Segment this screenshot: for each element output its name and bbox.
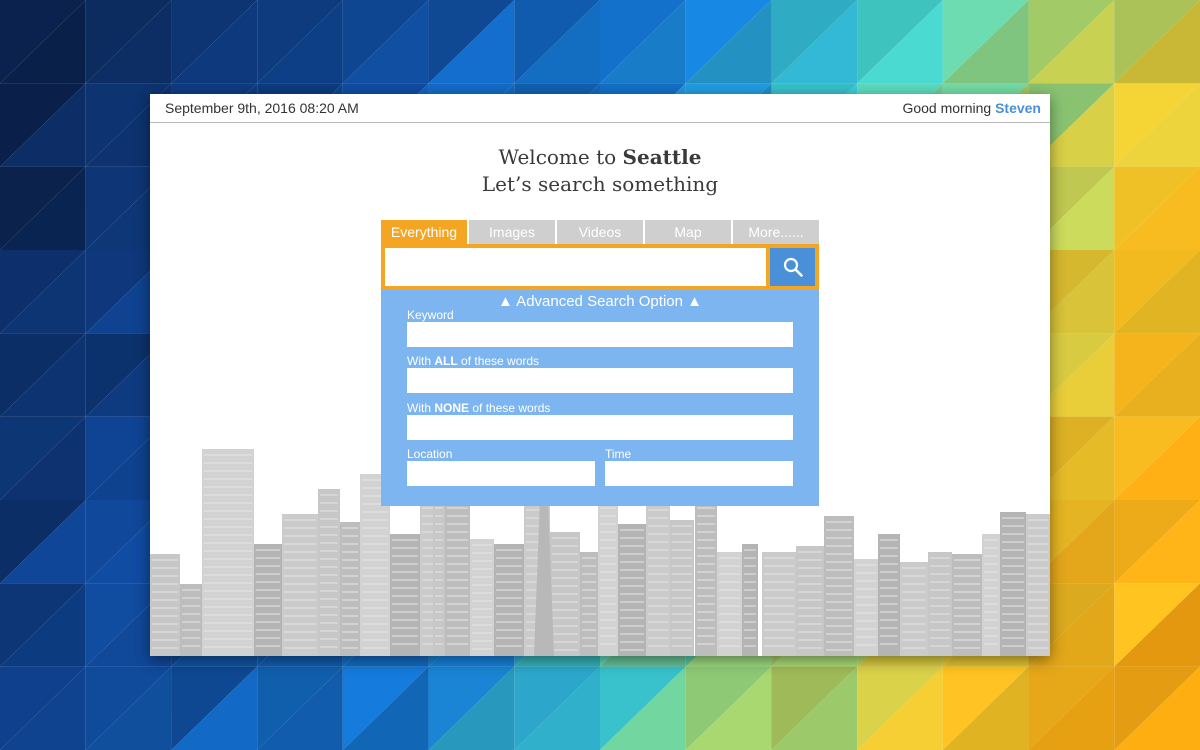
skyline-building [470, 539, 494, 656]
none-words-label-prefix: With [407, 401, 431, 415]
tab-everything[interactable]: Everything [381, 220, 467, 244]
search-tabs: Everything Images Videos Map More...... [381, 220, 819, 244]
user-name[interactable]: Steven [995, 100, 1041, 116]
skyline-building [254, 544, 282, 656]
tab-more[interactable]: More...... [733, 220, 819, 244]
greeting-text: Good morning [902, 100, 992, 116]
skyline-building [854, 559, 878, 656]
skyline-building [982, 534, 1000, 656]
skyline-building [340, 522, 360, 656]
skyline-building [390, 534, 420, 656]
skyline-building [695, 494, 717, 656]
time-field[interactable] [605, 461, 793, 486]
time-label: Time [605, 447, 632, 461]
tab-videos[interactable]: Videos [557, 220, 643, 244]
welcome-prefix: Welcome to [498, 145, 617, 169]
skyline-building [717, 552, 742, 656]
skyline-building [618, 524, 646, 656]
all-words-label: With ALL of these words [407, 354, 539, 368]
none-words-label: With NONE of these words [407, 401, 550, 415]
app-window: September 9th, 2016 08:20 AM Good mornin… [150, 94, 1050, 656]
welcome-line-2: Let’s search something [481, 172, 719, 196]
date-time: September 9th, 2016 08:20 AM [165, 100, 359, 116]
none-words-field[interactable] [407, 415, 793, 440]
skyline-building [580, 552, 598, 656]
advanced-search-panel: ▲ Advanced Search Option ▲ Keyword With … [381, 290, 819, 506]
greeting: Good morning Steven [902, 100, 1041, 116]
none-words-label-suffix: of these words [472, 401, 551, 415]
location-field[interactable] [407, 461, 595, 486]
all-words-label-suffix: of these words [461, 354, 540, 368]
all-words-field[interactable] [407, 368, 793, 393]
none-words-label-bold: NONE [434, 401, 470, 415]
skyline-building [878, 534, 900, 656]
skyline-building [952, 554, 982, 656]
skyline-building [202, 449, 254, 656]
all-words-label-bold: ALL [434, 354, 458, 368]
skyline-building [742, 544, 758, 656]
skyline-building [282, 514, 318, 656]
search-panel: Everything Images Videos Map More...... … [381, 220, 819, 506]
welcome-heading: Welcome to Seattle Let’s search somethin… [150, 144, 1050, 198]
welcome-line-1: Welcome to Seattle [150, 144, 1050, 171]
skyline-building [670, 520, 694, 656]
skyline-building [494, 544, 524, 656]
skyline-building [646, 504, 670, 656]
search-input[interactable] [385, 248, 766, 286]
location-label: Location [407, 447, 453, 461]
skyline-building [598, 494, 618, 656]
all-words-label-prefix: With [407, 354, 431, 368]
search-button[interactable] [770, 248, 815, 286]
keyword-label: Keyword [407, 308, 454, 322]
search-icon [783, 257, 803, 277]
skyline-building [433, 502, 445, 656]
search-row [381, 244, 819, 290]
skyline-building [445, 494, 470, 656]
tab-images[interactable]: Images [469, 220, 555, 244]
skyline-building [762, 552, 796, 656]
top-bar: September 9th, 2016 08:20 AM Good mornin… [150, 94, 1050, 123]
skyline-building [1026, 514, 1050, 656]
skyline-building [928, 552, 952, 656]
tab-map[interactable]: Map [645, 220, 731, 244]
city-name: Seattle [622, 145, 702, 169]
keyword-field[interactable] [407, 322, 793, 347]
skyline-building [180, 584, 202, 656]
skyline-building [150, 554, 180, 656]
